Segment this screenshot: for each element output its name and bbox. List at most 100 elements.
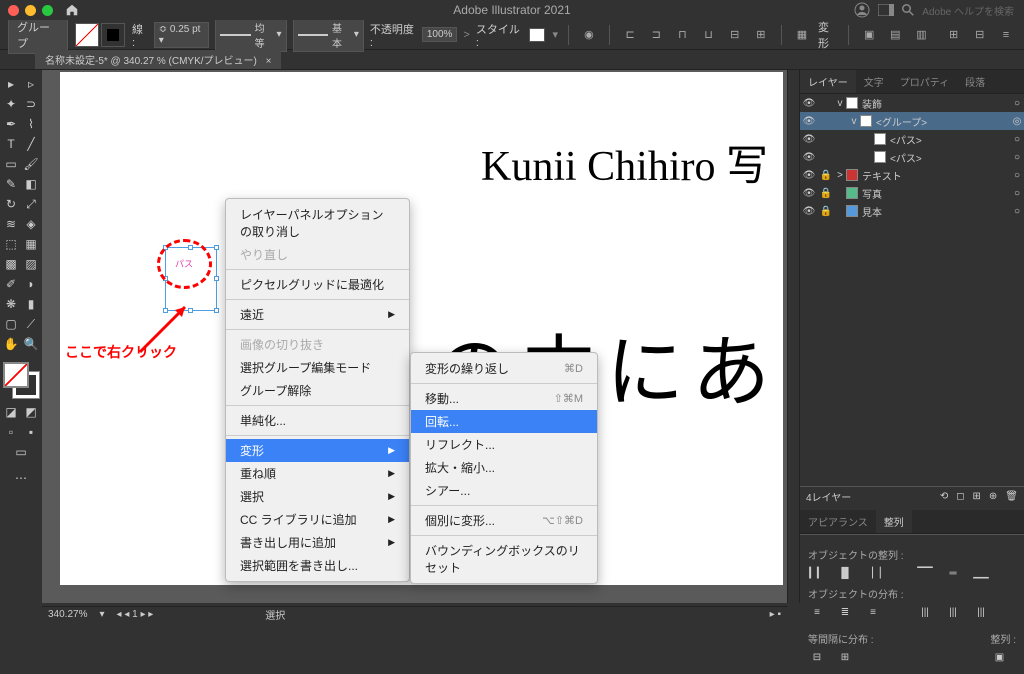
selection-type-label[interactable]: グループ	[8, 16, 68, 54]
layer-row[interactable]: 👁🔒>テキスト○	[800, 166, 1024, 184]
align-hcenter-btn[interactable]: ▐▌	[836, 566, 854, 580]
layer-row[interactable]: 👁v<グループ>◎	[800, 112, 1024, 130]
type-tool[interactable]: T	[1, 134, 21, 154]
user-icon[interactable]	[854, 2, 870, 18]
paintbrush-tool[interactable]: 🖌	[21, 154, 41, 174]
isolate-icon[interactable]: ▣	[859, 24, 879, 46]
context-menu-item[interactable]: 遠近	[226, 303, 409, 326]
fill-stroke-swatches[interactable]	[3, 362, 39, 398]
stroke-swatch[interactable]	[101, 23, 125, 47]
layer-target-icon[interactable]: ○	[1010, 188, 1024, 199]
zoom-level[interactable]: 340.27%	[48, 609, 87, 620]
minimize-window-button[interactable]	[25, 5, 36, 16]
lock-icon[interactable]: 🔒	[818, 188, 834, 199]
eraser-tool[interactable]: ◧	[21, 174, 41, 194]
layer-name-label[interactable]: 写真	[862, 186, 1010, 201]
recolor-artwork-icon[interactable]: ◉	[579, 24, 599, 46]
align-top-btn[interactable]: ▔▔	[916, 566, 934, 580]
layer-twisty-icon[interactable]: v	[848, 116, 860, 127]
dist-vcenter-btn[interactable]: ≣	[836, 605, 854, 619]
align-left-icon[interactable]: ⊏	[620, 24, 640, 46]
align-bottom-icon[interactable]: ⊞	[751, 24, 771, 46]
panel-tab-1[interactable]: 文字	[856, 70, 892, 93]
layer-target-icon[interactable]: ○	[1010, 206, 1024, 217]
dist-vspace-btn[interactable]: ⊟	[808, 650, 826, 664]
layer-target-icon[interactable]: ◎	[1010, 116, 1024, 127]
search-icon[interactable]	[902, 4, 914, 16]
layer-name-label[interactable]: テキスト	[862, 168, 1010, 183]
layout-icon[interactable]	[878, 4, 894, 16]
layer-target-icon[interactable]: ○	[1010, 152, 1024, 163]
align-to-selection-btn[interactable]: ▣	[990, 650, 1008, 664]
context-menu-item[interactable]: ピクセルグリッドに最適化	[226, 273, 409, 296]
panel-tab-2[interactable]: プロパティ	[892, 70, 957, 93]
context-menu-item[interactable]: レイヤーパネルオプションの取り消し	[226, 203, 409, 243]
submenu-item[interactable]: 移動...⇧⌘M	[411, 387, 597, 410]
scale-tool[interactable]: ⤢	[21, 194, 41, 214]
layer-target-icon[interactable]: ○	[1010, 98, 1024, 109]
perspective-tool[interactable]: ▦	[21, 234, 41, 254]
layer-twisty-icon[interactable]: v	[834, 98, 846, 109]
visibility-icon[interactable]: 👁	[800, 188, 818, 199]
submenu-item[interactable]: 変形の繰り返し⌘D	[411, 357, 597, 380]
fill-swatch[interactable]	[75, 23, 99, 47]
align-middle-icon[interactable]: ⊟	[725, 24, 745, 46]
magic-wand-tool[interactable]: ✦	[1, 94, 21, 114]
layer-target-icon[interactable]: ○	[1010, 134, 1024, 145]
context-menu[interactable]: レイヤーパネルオプションの取り消しやり直しピクセルグリッドに最適化遠近画像の切り…	[225, 198, 410, 582]
transform-submenu[interactable]: 変形の繰り返し⌘D移動...⇧⌘M回転...リフレクト...拡大・縮小...シア…	[410, 352, 598, 584]
crop-icon[interactable]: ▥	[911, 24, 931, 46]
free-transform-tool[interactable]: ◈	[21, 214, 41, 234]
align-bottom-btn[interactable]: ▁▁	[972, 566, 990, 580]
delete-layer-icon[interactable]: 🗑	[1005, 491, 1018, 502]
align-vcenter-btn[interactable]: ═	[944, 566, 962, 580]
home-icon[interactable]	[65, 3, 79, 17]
context-menu-item[interactable]: 書き出し用に追加	[226, 531, 409, 554]
visibility-icon[interactable]: 👁	[800, 98, 818, 109]
align-center-icon[interactable]: ⊐	[646, 24, 666, 46]
hand-tool[interactable]: ✋	[1, 334, 21, 354]
context-menu-item[interactable]: 変形	[226, 439, 409, 462]
submenu-item[interactable]: シアー...	[411, 479, 597, 502]
panel-tab-0[interactable]: レイヤー	[800, 70, 856, 93]
edit-icon[interactable]: ▤	[885, 24, 905, 46]
dist-hspace-btn[interactable]: ⊞	[836, 650, 854, 664]
screen-mode-icon[interactable]: ▭	[11, 442, 31, 462]
mesh-tool[interactable]: ▩	[1, 254, 21, 274]
slice-tool[interactable]: ⟋	[21, 314, 41, 334]
curvature-tool[interactable]: ⌇	[21, 114, 41, 134]
fill-color-swatch[interactable]	[3, 362, 29, 388]
layer-row[interactable]: 👁<パス>○	[800, 148, 1024, 166]
make-clip-icon[interactable]: ◻	[956, 491, 964, 502]
visibility-icon[interactable]: 👁	[800, 134, 818, 145]
color-mode-icon[interactable]: ◪	[1, 402, 21, 422]
dist-top-btn[interactable]: ≡	[808, 605, 826, 619]
context-menu-item[interactable]: 重ね順	[226, 462, 409, 485]
layer-twisty-icon[interactable]: >	[834, 170, 846, 181]
draw-normal-icon[interactable]: ▫	[1, 422, 21, 442]
edit-toolbar-icon[interactable]: ⋯	[11, 468, 31, 488]
dist-right-btn[interactable]: |||	[972, 605, 990, 619]
lasso-tool[interactable]: ⊃	[21, 94, 41, 114]
context-menu-item[interactable]: 単純化...	[226, 409, 409, 432]
close-window-button[interactable]	[8, 5, 19, 16]
panel-menu-icon[interactable]: ≡	[996, 24, 1016, 46]
lock-icon[interactable]: 🔒	[818, 170, 834, 181]
right-panel-strip[interactable]	[787, 70, 799, 603]
dist-hcenter-btn[interactable]: |||	[944, 605, 962, 619]
transform-link[interactable]: 変形	[818, 19, 838, 51]
context-menu-item[interactable]: CC ライブラリに追加	[226, 508, 409, 531]
layer-name-label[interactable]: <パス>	[890, 132, 1010, 147]
submenu-item[interactable]: バウンディングボックスのリセット	[411, 539, 597, 579]
opacity-input[interactable]: 100%	[422, 27, 458, 42]
new-sublayer-icon[interactable]: ⊞	[973, 491, 981, 502]
gradient-mode-icon[interactable]: ◩	[21, 402, 41, 422]
layer-row[interactable]: 👁 <パス>○	[800, 130, 1024, 148]
gradient-tool[interactable]: ▨	[21, 254, 41, 274]
document-tab[interactable]: 名称未設定-5* @ 340.27 % (CMYK/プレビュー) ×	[35, 50, 281, 69]
context-menu-item[interactable]: 選択範囲を書き出し...	[226, 554, 409, 577]
eyedropper-tool[interactable]: ✐	[1, 274, 21, 294]
draw-behind-icon[interactable]: ▪	[21, 422, 41, 442]
submenu-item[interactable]: 回転...	[411, 410, 597, 433]
width-tool[interactable]: ≋	[1, 214, 21, 234]
